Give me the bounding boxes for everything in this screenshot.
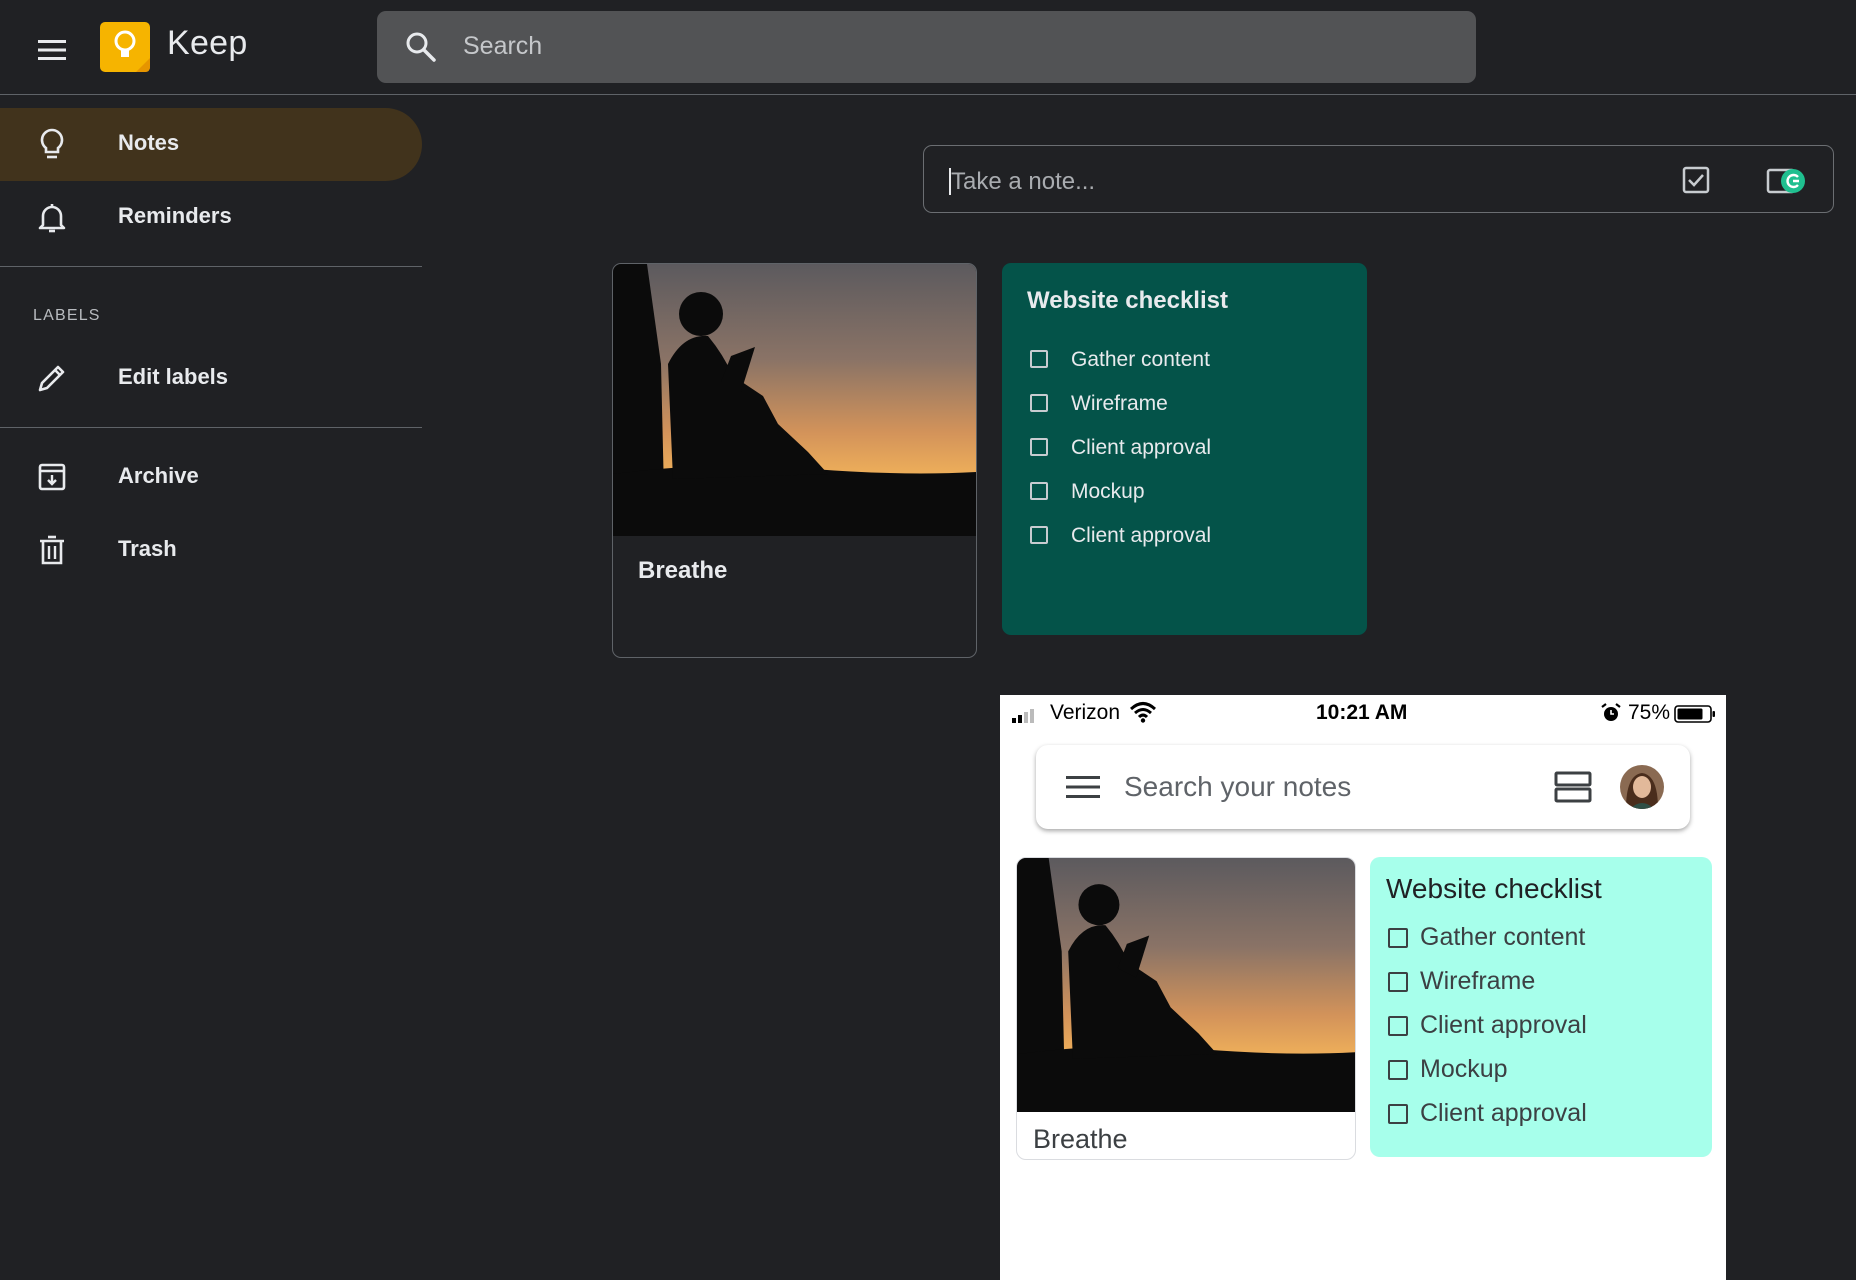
- mobile-screenshot: Verizon 10:21 AM 75% Search your notes B…: [1000, 695, 1726, 1280]
- battery-icon: [1674, 705, 1715, 723]
- sidebar-item-label: Trash: [118, 536, 177, 561]
- take-note-input[interactable]: Take a note...: [923, 145, 1834, 213]
- status-time: 10:21 AM: [1316, 701, 1408, 724]
- checkbox[interactable]: [1388, 1060, 1408, 1080]
- search-icon[interactable]: [405, 31, 437, 63]
- wifi-icon: [1130, 702, 1156, 723]
- sidebar-divider: [0, 427, 422, 428]
- checkbox[interactable]: [1388, 972, 1408, 992]
- account-avatar[interactable]: [1620, 765, 1664, 809]
- sidebar-divider: [0, 266, 422, 267]
- mobile-note-card-breathe[interactable]: Breathe: [1016, 857, 1356, 1160]
- note-card-breathe[interactable]: Breathe: [612, 263, 977, 658]
- mobile-search-input[interactable]: Search your notes: [1124, 771, 1351, 803]
- sidebar-item-edit-labels[interactable]: Edit labels: [0, 342, 422, 415]
- note-title: Website checklist: [1386, 873, 1602, 904]
- note-title: Breathe: [638, 557, 728, 584]
- checklist-item-text: Client approval: [1071, 436, 1212, 459]
- sidebar-item-notes[interactable]: Notes: [0, 108, 422, 181]
- checkbox[interactable]: [1388, 1104, 1408, 1124]
- sidebar-item-label: Edit labels: [118, 364, 229, 389]
- checkbox[interactable]: [1388, 1016, 1408, 1036]
- search-input[interactable]: Search: [463, 32, 542, 61]
- battery-percentage: 75%: [1628, 701, 1671, 724]
- sidebar-item-label: Archive: [118, 463, 199, 488]
- silhouette-reading-sunset-image: [1017, 858, 1355, 1112]
- checklist-item-text: Mockup: [1420, 1055, 1508, 1083]
- new-note-with-image-icon[interactable]: [1766, 164, 1806, 198]
- list-view-toggle-icon[interactable]: [1554, 770, 1592, 804]
- lightbulb-icon: [40, 128, 64, 159]
- checkbox[interactable]: [1030, 394, 1048, 412]
- new-list-checkbox-icon[interactable]: [1680, 164, 1712, 196]
- checklist-item-text: Gather content: [1420, 923, 1586, 951]
- checklist-item-text: Mockup: [1071, 480, 1145, 503]
- keep-logo-icon: [100, 22, 150, 72]
- search-bar[interactable]: Search: [377, 11, 1476, 83]
- signal-strength-icon: [1012, 709, 1034, 723]
- checklist-item-text: Client approval: [1071, 524, 1212, 547]
- carrier-name: Verizon: [1050, 701, 1121, 724]
- checklist-item-text: Gather content: [1071, 348, 1210, 371]
- checklist-item-text: Wireframe: [1071, 392, 1168, 415]
- silhouette-reading-sunset-image: [613, 264, 976, 536]
- pencil-icon: [38, 365, 65, 392]
- checkbox[interactable]: [1030, 350, 1048, 368]
- checkbox[interactable]: [1030, 438, 1048, 456]
- checklist-item-text: Wireframe: [1420, 967, 1536, 995]
- bell-icon: [38, 204, 66, 233]
- main-menu-button[interactable]: [28, 26, 76, 74]
- checkbox[interactable]: [1030, 526, 1048, 544]
- sidebar-item-label: Reminders: [118, 203, 232, 228]
- sidebar-item-archive[interactable]: Archive: [0, 441, 422, 514]
- app-title: Keep: [167, 24, 248, 62]
- sidebar-item-trash[interactable]: Trash: [0, 514, 422, 587]
- note-title: Website checklist: [1027, 287, 1228, 314]
- checklist-item-text: Client approval: [1420, 1099, 1587, 1127]
- status-bar: Verizon 10:21 AM 75%: [1000, 695, 1726, 731]
- alarm-clock-icon: [1601, 703, 1621, 721]
- hamburger-menu-icon: [38, 40, 66, 60]
- top-bar: Keep Search: [0, 0, 1856, 95]
- sidebar-item-label: Notes: [118, 130, 180, 155]
- note-title: Breathe: [1033, 1124, 1128, 1154]
- mobile-search-bar[interactable]: Search your notes: [1036, 745, 1690, 829]
- hamburger-menu-icon[interactable]: [1066, 773, 1100, 801]
- checkbox[interactable]: [1030, 482, 1048, 500]
- checklist-item-text: Client approval: [1420, 1011, 1587, 1039]
- labels-heading: LABELS: [33, 307, 101, 324]
- note-card-website-checklist[interactable]: Website checklist Gather content Wirefra…: [1002, 263, 1367, 635]
- mobile-note-card-website-checklist[interactable]: Website checklist Gather content Wirefra…: [1370, 857, 1712, 1157]
- trash-icon: [40, 535, 64, 565]
- archive-icon: [38, 463, 66, 491]
- checkbox[interactable]: [1388, 928, 1408, 948]
- take-note-placeholder: Take a note...: [951, 168, 1096, 195]
- sidebar-item-reminders[interactable]: Reminders: [0, 181, 422, 254]
